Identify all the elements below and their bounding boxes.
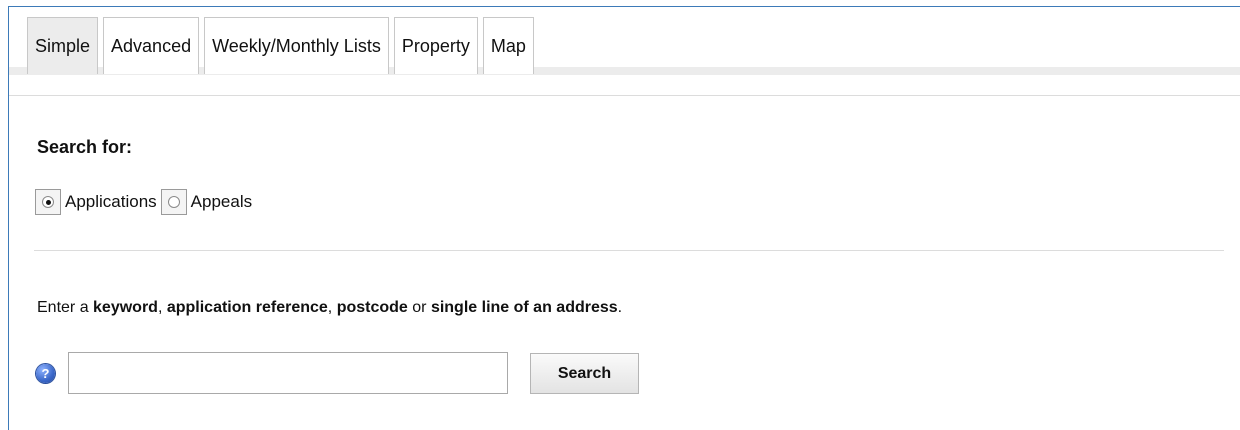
instr-sep1: , (157, 299, 167, 316)
tab-simple[interactable]: Simple (27, 17, 99, 74)
tab-map[interactable]: Map (482, 17, 534, 74)
instr-postcode: postcode (336, 299, 408, 316)
search-instructions: Enter a keyword, application reference, … (37, 299, 622, 317)
instr-suffix: . (617, 299, 623, 316)
tab-bar-divider (9, 95, 1240, 96)
radio-appeals[interactable] (160, 189, 187, 215)
tabs: Simple Advanced Weekly/Monthly Lists Pro… (27, 17, 539, 75)
radio-appeals-dot (167, 196, 180, 208)
page-frame: Simple Advanced Weekly/Monthly Lists Pro… (8, 6, 1240, 430)
search-type-radio-group: Applications Appeals (35, 187, 256, 217)
instr-application-reference: application reference (166, 299, 328, 316)
radio-applications-label[interactable]: Applications (65, 192, 157, 212)
section-divider (34, 250, 1224, 251)
radio-appeals-label[interactable]: Appeals (191, 192, 252, 212)
instr-keyword: keyword (93, 299, 158, 316)
tab-advanced[interactable]: Advanced (103, 17, 200, 74)
tab-weekly-monthly-lists[interactable]: Weekly/Monthly Lists (204, 17, 389, 74)
instr-single-line: single line of an address (430, 299, 618, 316)
search-input[interactable] (68, 352, 508, 394)
radio-applications[interactable] (35, 189, 61, 215)
tab-bar: Simple Advanced Weekly/Monthly Lists Pro… (9, 7, 1240, 96)
search-for-heading: Search for: (37, 137, 133, 157)
instr-prefix: Enter a (37, 299, 94, 316)
tab-property[interactable]: Property (393, 17, 478, 74)
radio-applications-dot (42, 196, 54, 208)
search-button[interactable]: Search (530, 353, 639, 394)
help-icon[interactable]: ? (36, 364, 55, 383)
instr-sep2: , (327, 299, 337, 316)
instr-sep3: or (407, 299, 431, 316)
